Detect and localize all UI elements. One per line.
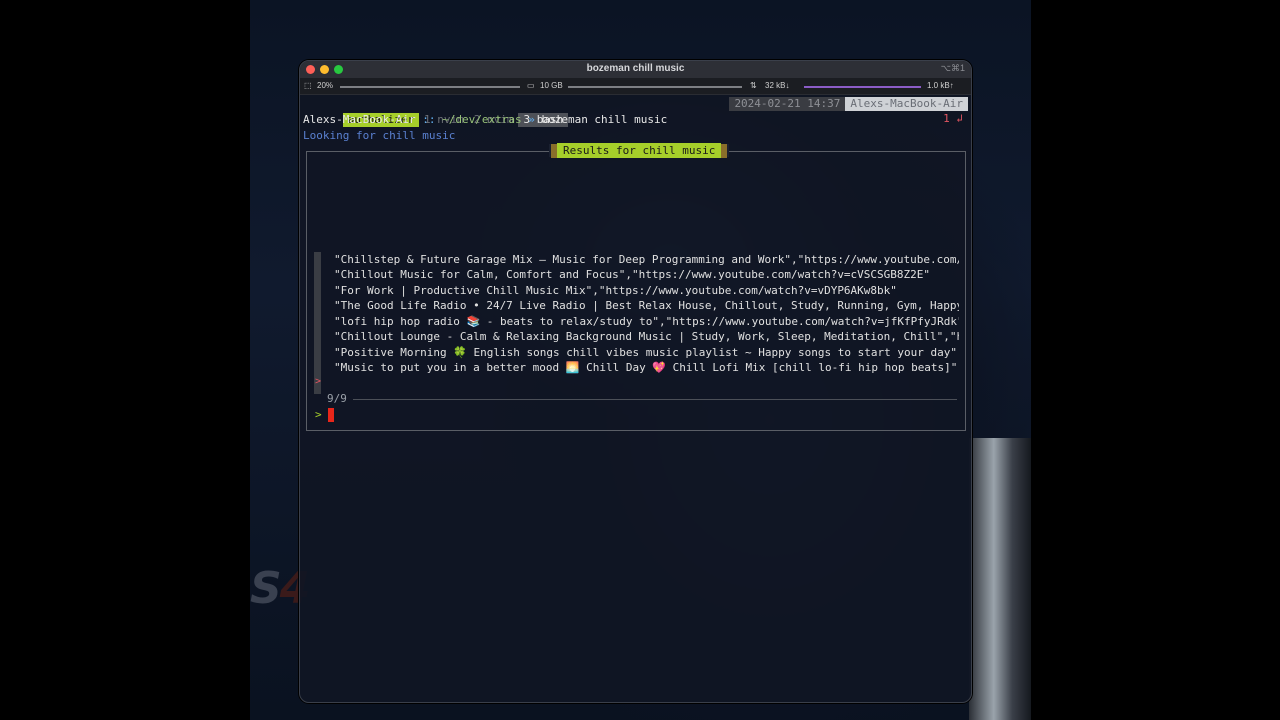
result-item[interactable]: "Chillstep & Future Garage Mix – Music f… [334,252,959,267]
title-bar[interactable]: bozeman chill music ⌥⌘1 [300,61,971,78]
terminal-content[interactable]: authalizer 1 nvim 2 nvim 3 bash 2024-02-21 … [300,95,971,702]
counter-divider [353,399,957,400]
net-down-value: 32 kB↓ [765,81,790,90]
cpu-value: 20% [317,81,334,90]
tmux-status-bar: authalizer 1 nvim 2 nvim 3 bash [303,97,569,127]
prompt-separator: :: [422,113,436,126]
result-item[interactable]: "For Work | Productive Chill Music Mix",… [334,283,959,298]
exit-status: 1 ↲ [943,112,963,125]
match-counter: 9/9 [327,392,347,405]
result-item[interactable]: "Music to put you in a better mood 🌅 Chi… [334,360,959,375]
query-prompt: > [315,408,322,421]
fzf-results-panel[interactable]: Results for chill music "Chillstep & Fut… [306,143,966,431]
result-item[interactable]: "Positive Morning 🍀 English songs chill … [334,345,959,360]
prompt-path: ~/dev/extras [442,113,522,126]
result-item[interactable]: "The Good Life Radio • 24/7 Live Radio |… [334,298,959,313]
memory-graph [568,86,742,88]
prompt-command: bozeman chill music [541,113,668,126]
memory-value: 10 GB [540,81,563,90]
memory-icon: ▭ [527,81,535,90]
tmux-right-status: 2024-02-21 14:37 Alexs-MacBook-Air [729,97,968,111]
results-gutter [314,252,321,394]
result-item[interactable]: "Chillout Lounge - Calm & Relaxing Backg… [334,329,959,344]
tmux-host: Alexs-MacBook-Air [845,97,968,111]
prompt-arrow: » [528,113,535,126]
system-stats-bar: ⬚ 20% ▭ 10 GB ⇅ 32 kB↓ 1.0 kB↑ [300,78,971,95]
cpu-graph [340,86,520,88]
shell-prompt: Alexs-MacBook-Air :: ~/dev/extras » boze… [303,112,667,127]
net-up-value: 1.0 kB↑ [927,81,954,90]
panel-title: Results for chill music [549,143,730,158]
tmux-date: 2024-02-21 14:37 [729,97,846,111]
result-item[interactable]: "lofi hip hop radio 📚 - beats to relax/s… [334,314,959,329]
wallpaper-rifle [969,438,1031,720]
prompt-host: Alexs-MacBook-Air [303,113,416,126]
window-shortcut: ⌥⌘1 [940,63,965,73]
network-graph [804,86,921,88]
terminal-window[interactable]: bozeman chill music ⌥⌘1 ⬚ 20% ▭ 10 GB ⇅ … [299,60,972,703]
cpu-icon: ⬚ [304,81,312,90]
query-input[interactable] [328,408,334,422]
window-title: bozeman chill music [586,63,685,74]
status-line: Looking for chill music [303,129,456,142]
result-item[interactable]: "Chillout Music for Calm, Comfort and Fo… [334,267,959,282]
network-icon: ⇅ [750,81,757,90]
selection-pointer-icon: > [315,376,322,387]
